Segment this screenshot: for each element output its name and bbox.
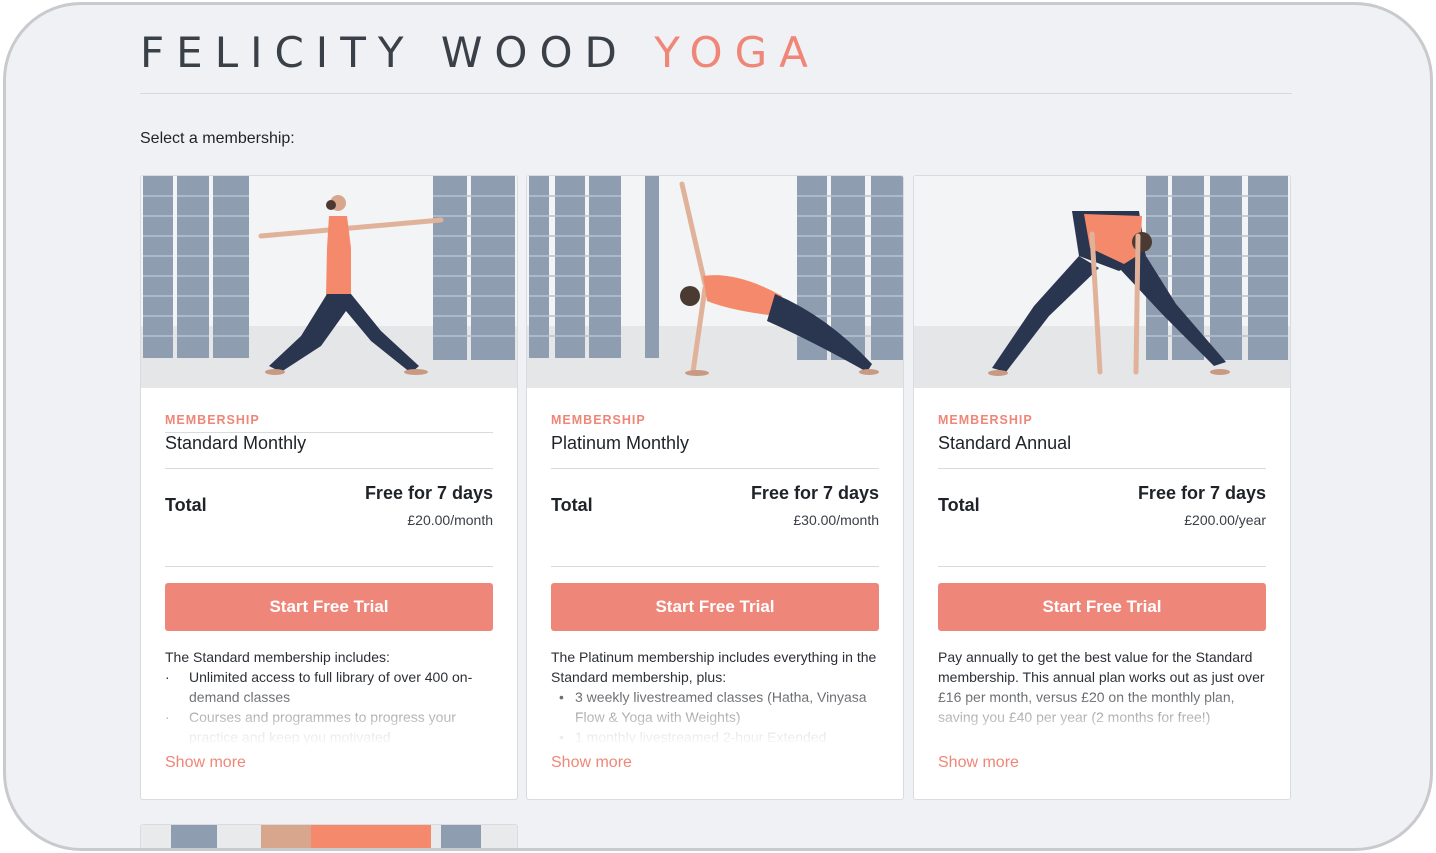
membership-description: The Platinum membership includes everyth… [551,647,879,747]
plan-divider [938,468,1266,469]
trial-text: Free for 7 days [364,483,493,503]
plan-divider [165,468,493,469]
yoga-photo-side-plank [527,176,903,388]
show-more-link[interactable]: Show more [938,754,1019,772]
description-intro: The Platinum membership includes everyth… [551,649,877,685]
membership-tag: MEMBERSHIP [551,413,646,427]
trial-text: Free for 7 days [750,483,879,503]
yoga-photo-wide-leg-fold [914,176,1290,388]
yoga-photo-partial [141,825,517,848]
yoga-photo-warrior-pose [141,176,517,388]
plan-name: Platinum Monthly [551,433,690,453]
middle-dot-icon: · [165,709,170,725]
brand-name: FELICITY WOOD [140,28,629,77]
description-intro: The Standard membership includes: [165,649,390,665]
price-text: £30.00/month [793,512,879,528]
membership-card-standard-monthly: MEMBERSHIP Standard Monthly Total Free f… [140,175,518,800]
feature-item: · Courses and programmes to progress your… [165,709,456,745]
price-divider [551,566,879,567]
plan-divider [551,468,879,469]
membership-card-platinum-monthly: MEMBERSHIP Platinum Monthly Total Free f… [526,175,904,800]
membership-description: Pay annually to get the best value for t… [938,647,1266,747]
header-divider [140,93,1292,94]
membership-tag: MEMBERSHIP [165,413,260,427]
membership-card-partial [140,824,518,848]
start-free-trial-button[interactable]: Start Free Trial [165,583,493,631]
price-text: £200.00/year [1184,512,1266,528]
feature-item: • 1 monthly livestreamed 2-hour Extended [559,729,827,745]
brand-name-accent: YOGA [654,28,820,77]
start-free-trial-button[interactable]: Start Free Trial [551,583,879,631]
feature-item: · Unlimited access to full library of ove… [165,669,473,705]
plan-name: Standard Monthly [165,433,307,453]
feature-list: · Unlimited access to full library of ove… [165,667,493,747]
feature-list: • 3 weekly livestreamed classes (Hatha, V… [551,687,879,747]
price-text: £20.00/month [407,512,493,528]
membership-description: The Standard membership includes: · Unlim… [165,647,493,747]
show-more-link[interactable]: Show more [551,754,632,772]
total-label: Total [551,495,593,515]
middle-dot-icon: · [165,669,170,685]
show-more-link[interactable]: Show more [165,754,246,772]
description-intro: Pay annually to get the best value for t… [938,649,1265,725]
membership-tag: MEMBERSHIP [938,413,1033,427]
start-free-trial-button[interactable]: Start Free Trial [938,583,1266,631]
select-membership-label: Select a membership: [140,130,295,147]
total-label: Total [165,495,207,515]
price-divider [165,566,493,567]
membership-card-standard-annual: MEMBERSHIP Standard Annual Total Free fo… [913,175,1291,800]
total-label: Total [938,495,980,515]
price-divider [938,566,1266,567]
disc-bullet-icon: • [559,689,564,705]
app-window: FELICITY WOOD YOGA Select a membership: [3,2,1433,851]
feature-item: • 3 weekly livestreamed classes (Hatha, V… [559,689,867,725]
plan-name: Standard Annual [938,433,1072,453]
disc-bullet-icon: • [559,729,564,745]
trial-text: Free for 7 days [1137,483,1266,503]
brand-logo[interactable]: FELICITY WOOD YOGA [140,28,820,77]
